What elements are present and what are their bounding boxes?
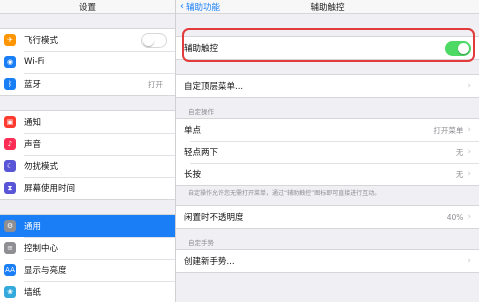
sidebar-item-label: 墙纸 bbox=[24, 288, 42, 298]
back-label: 辅助功能 bbox=[186, 3, 221, 13]
sidebar-item-value: 打开 bbox=[148, 79, 163, 89]
sidebar-navbar: 设置 bbox=[0, 0, 175, 14]
bluetooth-icon: ᛒ bbox=[4, 78, 16, 90]
create-new-gesture-row[interactable]: 创建新手势... › bbox=[176, 250, 479, 272]
sidebar-item-label: 通用 bbox=[24, 222, 42, 232]
custom-gestures-group: 创建新手势... › bbox=[176, 249, 479, 273]
sidebar-item-label: 屏幕使用时间 bbox=[24, 184, 76, 194]
chevron-right-icon: › bbox=[467, 212, 471, 222]
sidebar-item[interactable]: ❀ 墙纸 bbox=[0, 281, 175, 302]
sidebar-item-label: 通知 bbox=[24, 118, 42, 128]
custom-actions-header: 自定操作 bbox=[188, 108, 214, 116]
notification-icon: ▣ bbox=[4, 116, 16, 128]
sidebar-item[interactable]: ♪ 声音 bbox=[0, 133, 175, 155]
assistive-touch-toggle[interactable] bbox=[445, 40, 471, 56]
toggle-knob bbox=[458, 42, 469, 54]
sidebar-item-label: 控制中心 bbox=[24, 244, 59, 254]
assistive-touch-label: 辅助触控 bbox=[184, 44, 219, 54]
sound-icon: ♪ bbox=[4, 138, 16, 150]
sidebar-title: 设置 bbox=[78, 2, 96, 13]
action-value: 无 bbox=[455, 169, 464, 179]
customize-top-menu-label: 自定顶层菜单... bbox=[184, 82, 244, 92]
sidebar-item[interactable]: ≡ 控制中心 bbox=[0, 237, 175, 259]
sidebar-item-label: Wi-Fi bbox=[24, 57, 45, 67]
do-not-disturb-icon: ☾ bbox=[4, 160, 16, 172]
sidebar-item[interactable]: ᛒ 蓝牙 打开 bbox=[0, 73, 175, 95]
idle-opacity-label: 闲置时不透明度 bbox=[184, 213, 244, 223]
custom-gestures-header: 自定手势 bbox=[188, 239, 214, 247]
sidebar-item[interactable]: ⚙ 通用 bbox=[0, 215, 175, 237]
action-value: 打开菜单 bbox=[433, 125, 464, 135]
screen-time-icon: ⧗ bbox=[4, 182, 16, 194]
wifi-icon: ◉ bbox=[4, 56, 16, 68]
sidebar-groups: ✈ 飞行模式 ◉ Wi-Fi ᛒ 蓝牙 打开 ▣ 通知 ♪ 声音 ☾ 勿扰模式 ⧗ 屏幕使用时间 ⚙ 通用 ≡ 控制… bbox=[0, 28, 175, 302]
display-brightness-icon: AA bbox=[4, 264, 16, 276]
chevron-right-icon: › bbox=[467, 125, 471, 135]
sidebar-item[interactable]: AA 显示与亮度 bbox=[0, 259, 175, 281]
idle-opacity-value: 40% bbox=[446, 212, 464, 222]
sidebar-group: ⚙ 通用 ≡ 控制中心 AA 显示与亮度 ❀ 墙纸 bbox=[0, 214, 175, 302]
top-menu-group: 自定顶层菜单... › bbox=[176, 74, 479, 98]
action-label: 轻点两下 bbox=[184, 148, 219, 158]
detail-navbar: ‹ 辅助功能 辅助触控 bbox=[176, 0, 479, 14]
toggle-knob bbox=[143, 34, 154, 46]
wallpaper-icon: ❀ bbox=[4, 286, 16, 298]
idle-opacity-row[interactable]: 闲置时不透明度 40% › bbox=[176, 206, 479, 228]
airplane-mode-toggle[interactable] bbox=[141, 32, 167, 48]
chevron-right-icon: › bbox=[467, 169, 471, 179]
sidebar-group: ▣ 通知 ♪ 声音 ☾ 勿扰模式 ⧗ 屏幕使用时间 bbox=[0, 110, 175, 200]
sidebar-item[interactable]: ✈ 飞行模式 bbox=[0, 29, 175, 51]
sidebar-item[interactable]: ⧗ 屏幕使用时间 bbox=[0, 177, 175, 199]
sidebar-item-label: 勿扰模式 bbox=[24, 162, 59, 172]
sidebar-item-label: 声音 bbox=[24, 140, 42, 150]
custom-actions-group: 单点 打开菜单 › 轻点两下 无 › 长按 无 › bbox=[176, 118, 479, 186]
general-icon: ⚙ bbox=[4, 220, 16, 232]
sidebar-group: ✈ 飞行模式 ◉ Wi-Fi ᛒ 蓝牙 打开 bbox=[0, 28, 175, 96]
sidebar-item[interactable]: ▣ 通知 bbox=[0, 111, 175, 133]
assistive-touch-row: 辅助触控 bbox=[176, 37, 479, 59]
customize-top-menu-row[interactable]: 自定顶层菜单... › bbox=[176, 75, 479, 97]
main-toggle-group: 辅助触控 bbox=[176, 36, 479, 60]
action-label: 长按 bbox=[184, 170, 202, 180]
action-row-double-tap[interactable]: 轻点两下 无 › bbox=[176, 141, 479, 163]
action-value: 无 bbox=[455, 147, 464, 157]
action-row-long-press[interactable]: 长按 无 › bbox=[176, 163, 479, 185]
chevron-left-icon: ‹ bbox=[180, 1, 184, 12]
assistive-touch-panel: ‹ 辅助功能 辅助触控 辅助触控 自定顶层菜单... › 自定操作 单点 打开菜… bbox=[176, 0, 479, 302]
control-center-icon: ≡ bbox=[4, 242, 16, 254]
chevron-right-icon: › bbox=[467, 147, 471, 157]
action-row-single-tap[interactable]: 单点 打开菜单 › bbox=[176, 119, 479, 141]
page-title: 辅助触控 bbox=[310, 2, 345, 13]
sidebar-item[interactable]: ◉ Wi-Fi bbox=[0, 51, 175, 73]
chevron-right-icon: › bbox=[467, 81, 471, 91]
sidebar-item[interactable]: ☾ 勿扰模式 bbox=[0, 155, 175, 177]
idle-opacity-group: 闲置时不透明度 40% › bbox=[176, 205, 479, 229]
chevron-right-icon: › bbox=[467, 256, 471, 266]
airplane-icon: ✈ bbox=[4, 34, 16, 46]
create-new-gesture-label: 创建新手势... bbox=[184, 257, 235, 267]
settings-sidebar: 设置 ✈ 飞行模式 ◉ Wi-Fi ᛒ 蓝牙 打开 ▣ 通知 ♪ 声音 ☾ 勿扰模式 ⧗ 屏幕使用时间 ⚙ 通用… bbox=[0, 0, 176, 302]
sidebar-item-label: 显示与亮度 bbox=[24, 266, 67, 276]
sidebar-item-label: 飞行模式 bbox=[24, 36, 59, 46]
action-label: 单点 bbox=[184, 126, 202, 136]
custom-actions-note: 自定操作允许您无需打开菜单，通过“辅助触控”图标即可直接进行互动。 bbox=[188, 190, 381, 197]
back-button[interactable]: ‹ 辅助功能 bbox=[180, 0, 220, 14]
sidebar-item-label: 蓝牙 bbox=[24, 80, 42, 90]
